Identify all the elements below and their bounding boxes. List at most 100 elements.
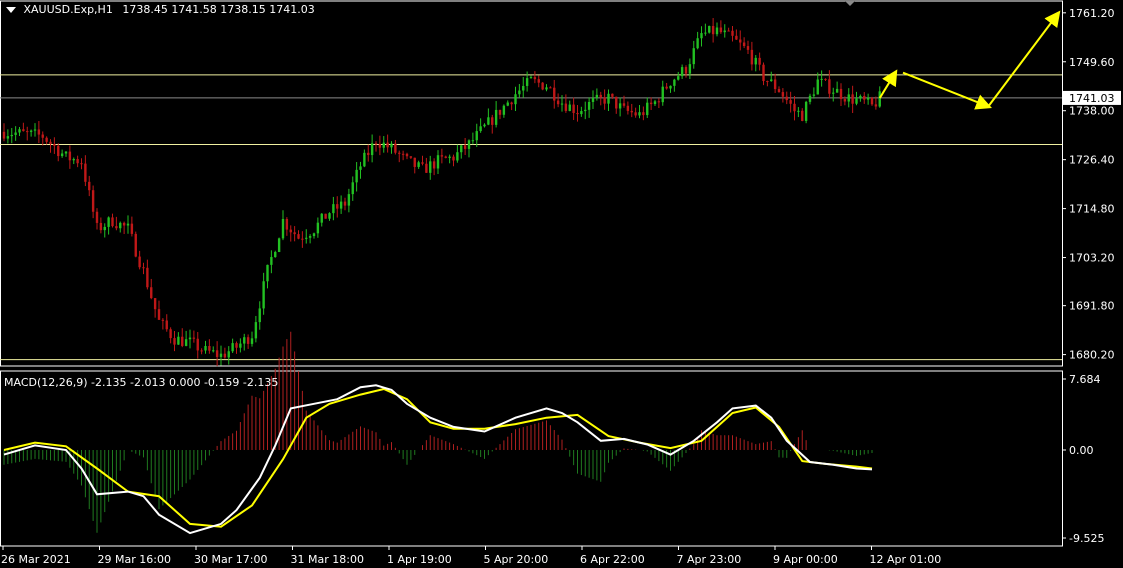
bull-candle-body [184,339,188,346]
bull-candle-body [355,169,358,183]
bull-candle-body [688,64,692,74]
bull-candle-body [332,204,335,214]
bear-candle-body [425,163,428,173]
bear-candle-body [727,30,730,32]
bull-candle-body [188,337,192,340]
time-tick-label: 1 Apr 19:00 [387,553,452,566]
time-tick-label: 31 Mar 18:00 [291,553,364,566]
bear-candle-body [785,96,788,101]
bull-candle-body [429,161,432,173]
bear-candle-body [235,343,238,348]
bear-candle-body [2,131,6,139]
bull-candle-body [231,343,234,352]
bull-candle-body [351,182,354,195]
bull-candle-body [673,79,676,86]
bull-candle-body [305,237,308,239]
projection-arrow [902,71,992,110]
bear-candle-body [615,96,618,109]
price-tick-label: 1726.40 [1069,154,1115,167]
bull-candle-body [483,124,486,127]
macd-header: MACD(12,26,9) -2.135 -2.013 0.000 -0.159… [4,376,279,389]
bear-candle-body [301,238,304,240]
bear-candle-body [549,87,552,89]
bull-candle-body [847,94,850,102]
bear-candle-body [824,78,827,80]
bear-candle-body [444,156,447,158]
bull-candle-body [312,233,316,237]
current-price-label: 1741.03 [1069,92,1115,105]
bull-candle-body [254,322,258,339]
bull-candle-body [587,101,591,110]
bull-candle-body [227,351,230,358]
bull-candle-body [29,130,33,132]
bear-candle-body [432,161,436,169]
dropdown-triangle-icon[interactable] [6,7,16,13]
bear-candle-body [742,42,746,47]
macd-axis: 7.684 0.00 -9.525 [1062,373,1104,545]
trading-chart[interactable]: 1761.20 1749.60 1738.00 1726.40 1714.80 1703.… [0,0,1123,568]
bull-candle-body [320,213,323,223]
bull-candle-body [700,33,703,39]
bear-candle-body [386,142,389,148]
time-tick-label: 29 Mar 16:00 [98,553,171,566]
bear-candle-body [413,157,416,167]
macd-tick-label: 7.684 [1069,373,1101,386]
bull-candle-body [661,86,664,103]
bear-candle-body [762,64,765,82]
bear-candle-body [719,27,723,33]
bear-candle-body [91,190,95,212]
bull-candle-body [316,222,320,234]
bear-candle-body [88,181,91,191]
bull-candle-body [262,281,265,309]
chart-header: XAUUSD.Exp,H1 1738.45 1741.58 1738.15 17… [6,3,315,16]
bear-candle-body [111,217,114,227]
bear-candle-body [142,267,145,269]
bull-candle-body [219,353,223,357]
bear-candle-body [37,129,41,135]
bear-candle-body [491,117,494,125]
bull-candle-body [18,129,21,133]
bear-candle-body [367,152,370,156]
bull-candle-body [808,95,812,102]
bull-candle-body [715,27,719,35]
macd-panel-frame [0,370,1063,547]
time-tick-label: 5 Apr 20:00 [484,553,549,566]
bull-candle-body [859,95,862,99]
bull-candle-body [460,145,463,153]
bear-candle-body [22,129,25,132]
bear-candle-body [665,86,668,89]
bear-candle-body [45,137,48,142]
bear-candle-body [173,338,176,345]
bull-candle-body [239,343,242,348]
bear-candle-body [564,103,568,111]
bear-candle-body [289,229,292,233]
bear-candle-body [398,152,401,154]
bear-candle-body [285,219,289,230]
symbol-label: XAUUSD.Exp,H1 [23,3,113,16]
bear-candle-body [746,46,750,50]
bear-candle-body [553,87,556,101]
bear-candle-body [634,112,637,116]
bear-candle-body [533,77,537,80]
time-axis: 26 Mar 2021 29 Mar 16:00 30 Mar 17:00 31 Ma… [1,546,941,566]
macd-lines [3,384,873,535]
bear-candle-body [839,88,843,100]
bull-candle-body [723,30,726,33]
bear-candle-body [99,222,103,231]
bear-candle-body [138,256,141,268]
bull-candle-body [506,102,509,106]
bull-candle-body [692,48,695,65]
bear-candle-body [863,95,866,100]
bull-candle-body [60,153,64,157]
chart-frames [0,0,1063,547]
bear-candle-body [711,25,715,35]
bear-candle-body [498,109,502,115]
bull-candle-body [359,166,362,170]
bull-candle-body [436,155,440,169]
bull-candle-body [812,94,816,96]
bear-candle-body [750,49,754,65]
bull-candle-body [529,77,533,79]
bull-candle-body [266,264,269,282]
bull-candle-body [580,111,583,115]
bull-candle-body [591,97,595,102]
